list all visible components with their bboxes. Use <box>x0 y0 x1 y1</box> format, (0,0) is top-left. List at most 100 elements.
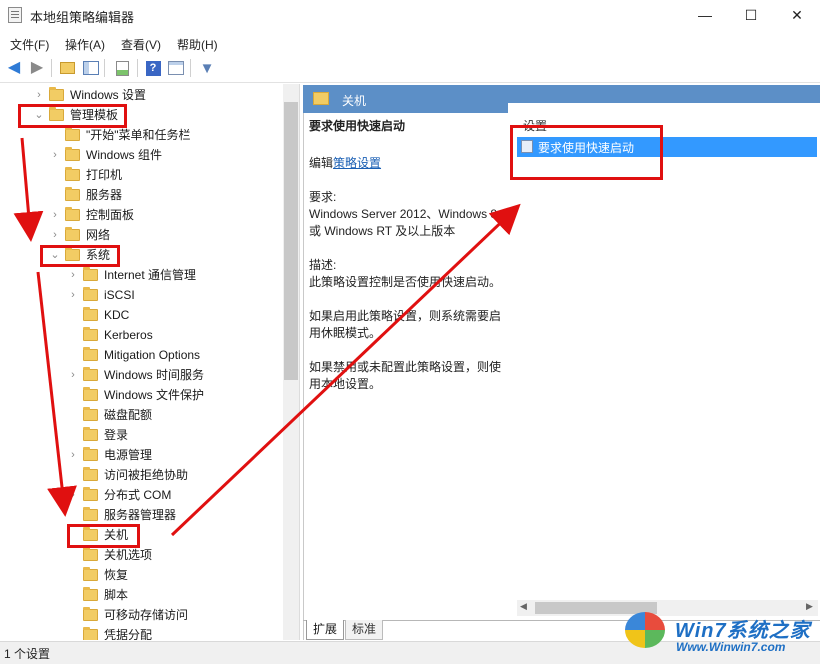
tree-item-label: Windows 设置 <box>70 88 147 102</box>
folder-icon <box>83 607 98 621</box>
toolbar-separator <box>51 59 52 77</box>
watermark-title: Win7系统之家 <box>675 620 811 642</box>
tree-item-label: 凭据分配 <box>104 628 153 640</box>
toolbar-separator <box>104 59 105 77</box>
folder-icon <box>65 167 80 181</box>
tree-scrollbar-thumb[interactable] <box>284 102 298 380</box>
menu-file[interactable]: 文件(F) <box>10 36 49 53</box>
tree-item-label: iSCSI <box>104 288 135 302</box>
tree-item-label: Kerberos <box>104 328 153 342</box>
no-chevron <box>67 625 79 640</box>
no-chevron <box>67 465 79 485</box>
collapsed-chevron-icon[interactable]: › <box>67 445 79 465</box>
policy-description: 要求使用快速启动 编辑策略设置 要求: Windows Server 2012、… <box>309 118 509 393</box>
back-icon[interactable]: ◀ <box>5 59 23 77</box>
menu-help[interactable]: 帮助(H) <box>177 36 218 53</box>
tree-item-label: 恢复 <box>104 568 129 582</box>
help-icon[interactable]: ? <box>144 59 162 77</box>
app-icon <box>8 7 22 23</box>
folder-icon <box>83 327 98 341</box>
no-chevron <box>67 505 79 525</box>
enable-text: 如果启用此策略设置，则系统需要启用休眠模式。 <box>309 309 502 340</box>
tree-item-label: 服务器管理器 <box>104 508 177 522</box>
toolbar-separator <box>190 59 191 77</box>
disable-text: 如果禁用或未配置此策略设置，则使用本地设置。 <box>309 360 502 391</box>
folder-icon <box>49 87 64 101</box>
collapsed-chevron-icon[interactable]: › <box>49 145 61 165</box>
menu-view[interactable]: 查看(V) <box>121 36 161 53</box>
tab-extended[interactable]: 扩展 <box>306 620 345 640</box>
folder-icon <box>83 627 98 640</box>
highlight-admin-templates <box>18 104 127 128</box>
folder-icon <box>83 547 98 561</box>
description-text: 此策略设置控制是否使用快速启动。 <box>309 275 502 289</box>
no-chevron <box>67 585 79 605</box>
highlight-shutdown <box>67 524 140 548</box>
tree-item-label: Internet 通信管理 <box>104 268 197 282</box>
maximize-button[interactable]: ☐ <box>728 0 774 30</box>
requirements-text: Windows Server 2012、Windows 8 或 Windows … <box>309 207 498 238</box>
folder-icon <box>313 92 329 105</box>
minimize-button[interactable]: — <box>682 0 728 30</box>
show-hide-tree-icon[interactable] <box>82 59 100 77</box>
folder-icon <box>65 227 80 241</box>
forward-icon[interactable]: ▶ <box>28 59 46 77</box>
scroll-left-icon[interactable]: ◀ <box>520 601 527 612</box>
tree-item-label: 电源管理 <box>104 448 153 462</box>
folder-icon <box>83 587 98 601</box>
collapsed-chevron-icon[interactable]: › <box>67 485 79 505</box>
edit-policy-link[interactable]: 策略设置 <box>333 156 381 170</box>
policy-tree[interactable]: › Windows 设置 ⌄ 管理模板 "开始"菜单和任务栏 › Windows 组件 打印机… <box>0 84 300 640</box>
menu-action[interactable]: 操作(A) <box>65 36 105 53</box>
tree-item-label: Windows 文件保护 <box>104 388 205 402</box>
folder-icon <box>65 127 80 141</box>
watermark-url: Www.Winwin7.com <box>676 640 786 654</box>
window-title: 本地组策略编辑器 <box>30 10 135 25</box>
filter-icon[interactable]: ▼ <box>198 59 216 77</box>
no-chevron <box>67 565 79 585</box>
collapsed-chevron-icon[interactable]: › <box>67 265 79 285</box>
policy-title: 要求使用快速启动 <box>309 119 406 133</box>
collapsed-chevron-icon[interactable]: › <box>67 365 79 385</box>
collapsed-chevron-icon[interactable]: › <box>33 85 45 105</box>
tree-item-label: 脚本 <box>104 588 129 602</box>
collapsed-chevron-icon[interactable]: › <box>67 285 79 305</box>
no-chevron <box>67 425 79 445</box>
folder-icon <box>83 367 98 381</box>
tree-item-label: 控制面板 <box>86 208 135 222</box>
folder-icon <box>83 567 98 581</box>
no-chevron <box>67 545 79 565</box>
export-list-icon[interactable] <box>113 59 131 77</box>
no-chevron <box>49 125 61 145</box>
highlight-fast-startup-setting <box>510 125 663 180</box>
tree-item-label: 服务器 <box>86 188 123 202</box>
folder-icon <box>83 447 98 461</box>
tree-item-label: 登录 <box>104 428 129 442</box>
no-chevron <box>67 605 79 625</box>
no-chevron <box>67 325 79 345</box>
no-chevron <box>67 305 79 325</box>
tree-item-label: 打印机 <box>86 168 123 182</box>
folder-icon <box>83 387 98 401</box>
scroll-right-icon[interactable]: ▶ <box>806 601 813 612</box>
no-chevron <box>67 345 79 365</box>
tree-item-label: KDC <box>104 308 130 322</box>
tree-item-label: Windows 时间服务 <box>104 368 205 382</box>
folder-icon <box>83 487 98 501</box>
tree-item-label: 可移动存储访问 <box>104 608 189 622</box>
tree-item-label: 分布式 COM <box>104 488 172 502</box>
tree-item-label: "开始"菜单和任务栏 <box>86 128 191 142</box>
close-button[interactable]: ✕ <box>774 0 820 30</box>
folder-icon <box>65 187 80 201</box>
properties-icon[interactable] <box>167 59 185 77</box>
tree-item-label: 访问被拒绝协助 <box>104 468 189 482</box>
highlight-system <box>40 245 120 267</box>
collapsed-chevron-icon[interactable]: › <box>49 205 61 225</box>
edit-prefix: 编辑 <box>309 156 334 170</box>
tree-item-label: Windows 组件 <box>86 148 163 162</box>
folder-icon <box>83 427 98 441</box>
tab-standard[interactable]: 标准 <box>345 620 384 640</box>
collapsed-chevron-icon[interactable]: › <box>49 225 61 245</box>
no-chevron <box>49 185 61 205</box>
up-folder-icon[interactable] <box>58 59 76 77</box>
